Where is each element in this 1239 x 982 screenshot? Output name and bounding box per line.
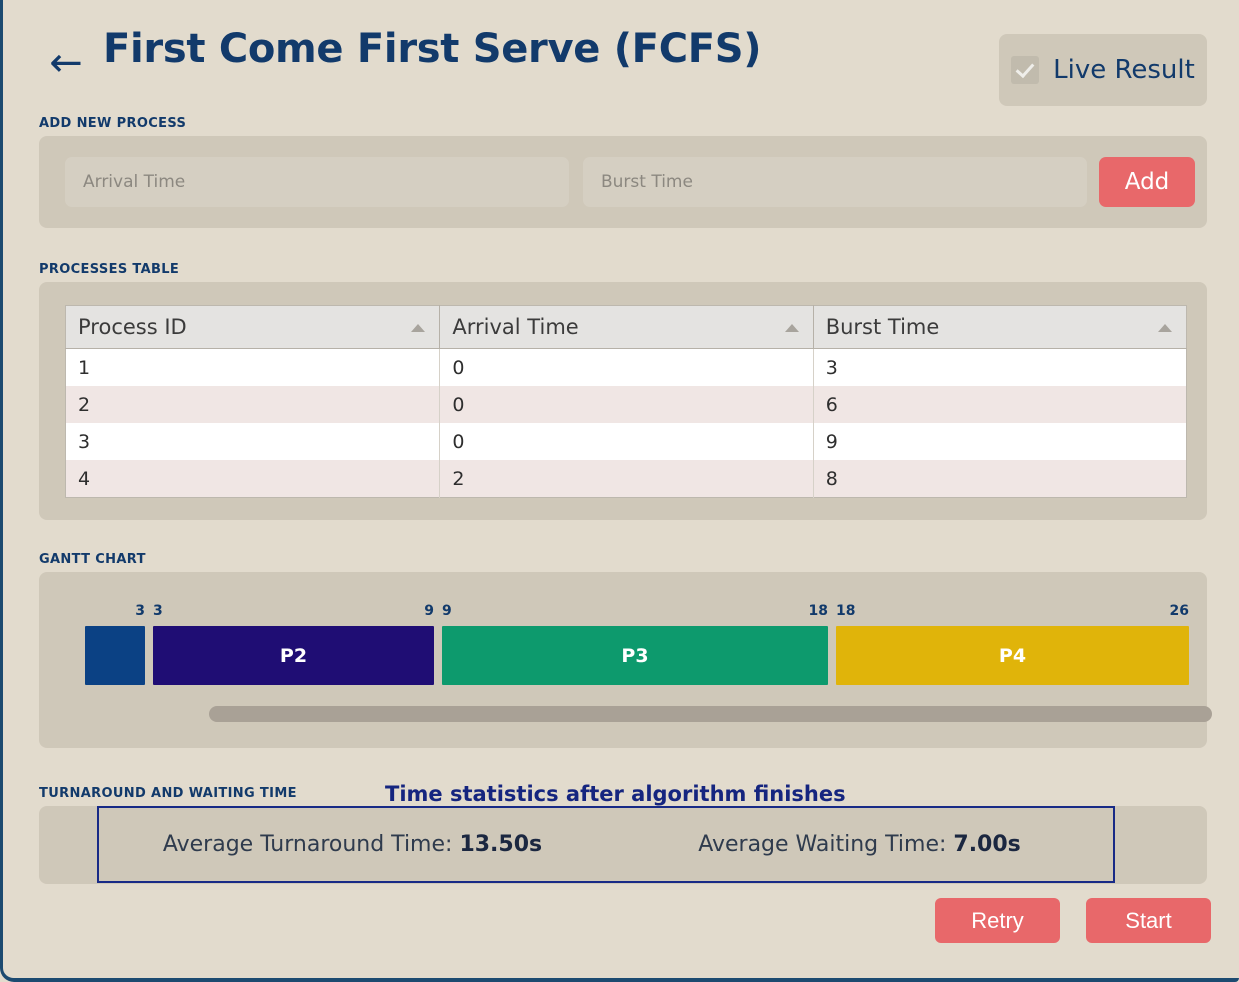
- table-cell: 4: [65, 460, 441, 498]
- gantt-chart-panel: 3 3 9 P2 9 18 P3 18 26 P4: [39, 572, 1212, 748]
- table-row[interactable]: 206: [65, 386, 1187, 423]
- table-header-row: Process ID Arrival Time Burst Time: [65, 305, 1187, 349]
- average-turnaround-time: Average Turnaround Time: 13.50s: [99, 832, 606, 857]
- page-header: ← First Come First Serve (FCFS) Live Res…: [39, 26, 1207, 106]
- retry-button[interactable]: Retry: [935, 898, 1060, 943]
- average-turnaround-value: 13.50s: [459, 832, 543, 857]
- gantt-end-tick: 9: [424, 603, 434, 619]
- table-cell: 1: [65, 348, 441, 386]
- processes-table-panel: Process ID Arrival Time Burst Time 1 0 3…: [39, 282, 1207, 520]
- gantt-bar[interactable]: P4: [836, 626, 1189, 685]
- column-header-process-id[interactable]: Process ID: [65, 305, 441, 349]
- add-process-panel: Add: [39, 136, 1207, 228]
- sort-ascending-icon[interactable]: [784, 324, 799, 332]
- live-result-label: Live Result: [1053, 55, 1195, 85]
- column-header-label: Process ID: [78, 315, 187, 339]
- app-content: ← First Come First Serve (FCFS) Live Res…: [3, 0, 1239, 978]
- gantt-start-tick: 9: [442, 603, 452, 619]
- stats-section-label: TURNAROUND AND WAITING TIME: [39, 786, 297, 801]
- gantt-start-tick: 18: [836, 603, 856, 619]
- table-cell: 2: [65, 386, 441, 423]
- processes-table-body: 103206309428: [65, 348, 1187, 498]
- gantt-end-tick: 26: [1169, 603, 1189, 619]
- table-cell: 8: [825, 467, 838, 490]
- table-cell: 0: [439, 423, 814, 460]
- gantt-start-tick: 3: [153, 603, 163, 619]
- burst-time-input[interactable]: [583, 157, 1087, 207]
- check-icon[interactable]: [1011, 56, 1040, 84]
- gantt-section-label: GANTT CHART: [39, 552, 146, 567]
- arrival-time-input[interactable]: [65, 157, 569, 207]
- sort-ascending-icon[interactable]: [411, 324, 426, 332]
- processes-table-section-label: PROCESSES TABLE: [39, 262, 180, 277]
- arrow-left-icon[interactable]: ←: [43, 40, 89, 86]
- gantt-bar[interactable]: P2: [153, 626, 434, 685]
- gantt-bar[interactable]: [85, 626, 145, 685]
- column-header-arrival-time[interactable]: Arrival Time: [439, 305, 814, 349]
- average-waiting-time: Average Waiting Time: 7.00s: [606, 832, 1113, 857]
- table-cell: 0: [439, 348, 814, 386]
- table-cell: 0: [439, 386, 814, 423]
- start-button[interactable]: Start: [1086, 898, 1211, 943]
- app-window: ← First Come First Serve (FCFS) Live Res…: [0, 0, 1239, 982]
- gantt-end-tick: 3: [135, 603, 145, 619]
- table-cell: 3: [65, 423, 441, 460]
- column-header-label: Arrival Time: [452, 315, 579, 339]
- gantt-viewport: 3 3 9 P2 9 18 P3 18 26 P4: [63, 600, 1189, 692]
- column-header-label: Burst Time: [825, 315, 940, 339]
- gantt-bar-wrapper: 3 9 P2: [153, 603, 434, 685]
- gantt-bar-wrapper: 9 18 P3: [442, 603, 828, 685]
- gantt-scrollbar-thumb[interactable]: [209, 706, 1212, 722]
- table-cell: 3: [825, 356, 838, 379]
- table-cell: 9: [825, 430, 838, 453]
- add-process-section-label: ADD NEW PROCESS: [39, 116, 187, 131]
- action-button-row: Retry Start: [935, 898, 1211, 943]
- gantt-end-tick: 18: [808, 603, 828, 619]
- gantt-bar-wrapper: 18 26 P4: [836, 603, 1189, 685]
- column-header-burst-time[interactable]: Burst Time: [813, 305, 1187, 349]
- stats-box: Average Turnaround Time: 13.50s Average …: [97, 806, 1115, 883]
- average-waiting-label: Average Waiting Time:: [698, 832, 954, 857]
- stats-annotation: Time statistics after algorithm finishes: [385, 782, 846, 806]
- table-row[interactable]: 428: [65, 460, 1187, 498]
- sort-ascending-icon[interactable]: [1158, 324, 1172, 332]
- average-turnaround-label: Average Turnaround Time:: [162, 832, 460, 857]
- table-row[interactable]: 309: [65, 423, 1187, 460]
- gantt-bar-wrapper: 3: [85, 603, 145, 685]
- average-waiting-value: 7.00s: [953, 832, 1021, 857]
- processes-table: Process ID Arrival Time Burst Time 1 0 3…: [65, 305, 1187, 498]
- page-title: First Come First Serve (FCFS): [103, 26, 762, 72]
- gantt-bar[interactable]: P3: [442, 626, 828, 685]
- table-cell: 6: [825, 393, 838, 416]
- add-button[interactable]: Add: [1099, 157, 1195, 207]
- table-row[interactable]: 103: [65, 348, 1187, 386]
- table-cell: 2: [439, 460, 814, 498]
- live-result-toggle[interactable]: Live Result: [999, 34, 1207, 106]
- gantt-scrollbar[interactable]: [63, 706, 1212, 722]
